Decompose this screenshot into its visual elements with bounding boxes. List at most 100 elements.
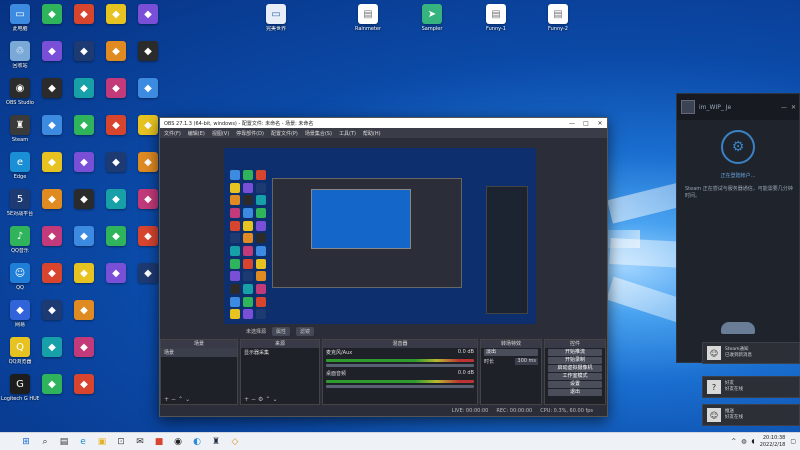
desktop-shortcut-icon[interactable]: ◆ <box>66 152 102 192</box>
desktop-shortcut-icon[interactable]: ◆ <box>130 4 166 44</box>
desktop-shortcut-icon[interactable]: ◆ <box>34 4 70 44</box>
menu-tools[interactable]: 工具(T) <box>339 130 356 137</box>
start-icon[interactable]: ⊞ <box>18 435 34 449</box>
desktop-app-icon[interactable]: ♜ Steam <box>2 115 38 155</box>
desktop-shortcut-icon[interactable]: ◆ <box>98 263 134 303</box>
steam-login-window[interactable]: im_WIP_ Je — ✕ ⚙ 正在登陆帐户... Steam 正在尝试与服务… <box>676 93 800 363</box>
menu-docks[interactable]: 停靠部件(D) <box>236 130 264 137</box>
desktop-shortcut-icon[interactable]: ◆ <box>34 41 70 81</box>
volume-slider[interactable] <box>326 364 474 367</box>
desktop-shortcut-icon[interactable]: ◆ <box>34 263 70 303</box>
studio-mode-button[interactable]: 工作室模式 <box>548 373 602 380</box>
desktop-shortcut-icon[interactable]: ◆ <box>66 300 102 340</box>
menu-help[interactable]: 帮助(H) <box>363 130 381 137</box>
desktop-shortcut-icon[interactable]: ◆ <box>66 41 102 81</box>
desktop-app-icon[interactable]: ◉ OBS Studio <box>2 78 38 118</box>
scene-toolbar-icons[interactable]: +−⌃⌄ <box>164 396 192 403</box>
desktop-shortcut-icon[interactable]: ◆ <box>98 115 134 155</box>
exit-button[interactable]: 退出 <box>548 389 602 396</box>
notification-center-icon[interactable]: ▢ <box>790 438 796 445</box>
clock[interactable]: 20:10:38 2022/2/18 <box>760 435 786 449</box>
menu-edit[interactable]: 编辑(E) <box>188 130 205 137</box>
menu-profile[interactable]: 配置文件(P) <box>271 130 298 137</box>
desktop-shortcut-icon[interactable]: ◆ <box>66 226 102 266</box>
store-icon[interactable]: ⊡ <box>113 435 129 449</box>
obs-window[interactable]: OBS 27.1.3 (64-bit, windows) - 配置文件: 未命名… <box>159 117 608 417</box>
duration-input[interactable]: 300 ms <box>515 358 538 365</box>
source-item[interactable]: 显示器采集 <box>241 348 319 357</box>
obs-title-bar[interactable]: OBS 27.1.3 (64-bit, windows) - 配置文件: 未命名… <box>160 118 607 128</box>
obs-preview[interactable] <box>224 148 536 324</box>
desktop-shortcut-icon[interactable]: ◆ <box>66 337 102 377</box>
desktop-app-icon[interactable]: ◆ 网易 <box>2 300 38 340</box>
desktop-shortcut-icon[interactable]: ◆ <box>98 189 134 229</box>
desktop-file-icon[interactable]: ▤ Rainmeter <box>350 4 386 44</box>
minimize-icon[interactable]: — <box>565 120 579 127</box>
net-icon[interactable]: ◇ <box>227 435 243 449</box>
menu-file[interactable]: 文件(F) <box>164 130 181 137</box>
explorer-icon[interactable]: ▣ <box>94 435 110 449</box>
menu-scene-collection[interactable]: 场景集合(S) <box>305 130 332 137</box>
desktop-shortcut-icon[interactable]: ◆ <box>66 78 102 118</box>
notification-card[interactable]: ☺ Steam通知 已收到新消息 <box>702 342 800 364</box>
desktop-app-icon[interactable]: Q QQ浏览器 <box>2 337 38 377</box>
desktop-app-icon[interactable]: ♪ QQ音乐 <box>2 226 38 266</box>
close-icon[interactable]: ✕ <box>593 120 607 127</box>
filters-button[interactable]: 滤镜 <box>296 326 315 336</box>
desktop-shortcut-icon[interactable]: ◆ <box>34 115 70 155</box>
properties-button[interactable]: 属性 <box>272 326 291 336</box>
desktop-app-icon[interactable]: e Edge <box>2 152 38 192</box>
volume-icon[interactable]: ◖ <box>752 438 755 445</box>
desktop-shortcut-icon[interactable]: ◆ <box>130 78 166 118</box>
desktop-shortcut-icon[interactable]: ◆ <box>98 41 134 81</box>
desktop-shortcut-icon[interactable]: ◆ <box>130 41 166 81</box>
source-toolbar-icons[interactable]: +−⚙⌃⌄ <box>244 396 280 403</box>
steam-icon[interactable]: ♜ <box>208 435 224 449</box>
settings-button[interactable]: 设置 <box>548 381 602 388</box>
desktop-shortcut-icon[interactable]: ◆ <box>34 189 70 229</box>
desktop-shortcut-icon[interactable]: ◆ <box>66 263 102 303</box>
desktop-shortcut-icon[interactable]: ◆ <box>98 152 134 192</box>
desktop-shortcut-icon[interactable]: ◆ <box>34 300 70 340</box>
desktop-shortcut-icon[interactable]: ◆ <box>98 78 134 118</box>
task-view-icon[interactable]: ▤ <box>56 435 72 449</box>
desktop-file-icon[interactable]: ▤ Funny-1 <box>478 4 514 44</box>
desktop-shortcut-icon[interactable]: ◆ <box>66 374 102 414</box>
transition-select[interactable]: 淡出 <box>484 349 538 356</box>
minimize-icon[interactable]: — <box>781 104 787 111</box>
desktop-shortcut-icon[interactable]: ◆ <box>98 226 134 266</box>
mail-icon[interactable]: ✉ <box>132 435 148 449</box>
desktop-file-icon[interactable]: ▭ 完美世界 <box>258 4 294 44</box>
close-icon[interactable]: ✕ <box>791 104 796 111</box>
virtual-camera-button[interactable]: 启动虚拟摄像机 <box>548 365 602 372</box>
volume-slider[interactable] <box>326 385 474 388</box>
desktop-file-icon[interactable]: ▤ Funny-2 <box>540 4 576 44</box>
notification-card[interactable]: ☺ 推送 好友在线 <box>702 404 800 426</box>
desktop-app-icon[interactable]: ♲ 回收站 <box>2 41 38 81</box>
maximize-icon[interactable]: □ <box>579 120 593 127</box>
network-icon[interactable]: ◍ <box>741 438 746 445</box>
desktop-shortcut-icon[interactable]: ◆ <box>34 226 70 266</box>
menu-view[interactable]: 视图(V) <box>212 130 229 137</box>
desktop-shortcut-icon[interactable]: ◆ <box>66 189 102 229</box>
start-streaming-button[interactable]: 开始推流 <box>548 349 602 356</box>
desktop-shortcut-icon[interactable]: ◆ <box>66 4 102 44</box>
game-icon[interactable]: ■ <box>151 435 167 449</box>
desktop-shortcut-icon[interactable]: ◆ <box>34 78 70 118</box>
browser-icon[interactable]: ◐ <box>189 435 205 449</box>
desktop-shortcut-icon[interactable]: ◆ <box>34 374 70 414</box>
search-icon[interactable]: ⌕ <box>37 435 53 449</box>
desktop-app-icon[interactable]: ▭ 此电脑 <box>2 4 38 44</box>
desktop-shortcut-icon[interactable]: ◆ <box>66 115 102 155</box>
notification-card[interactable]: ? 好友 好友在线 <box>702 376 800 398</box>
desktop-file-icon[interactable]: ➤ Sampler <box>414 4 450 44</box>
obs-icon[interactable]: ◉ <box>170 435 186 449</box>
edge-icon[interactable]: e <box>75 435 91 449</box>
desktop-app-icon[interactable]: 5 5E对战平台 <box>2 189 38 229</box>
desktop-shortcut-icon[interactable]: ◆ <box>34 337 70 377</box>
start-recording-button[interactable]: 开始录制 <box>548 357 602 364</box>
desktop-app-icon[interactable]: ☺ QQ <box>2 263 38 303</box>
desktop-app-icon[interactable]: G Logitech G HUB <box>1 374 39 414</box>
scene-item[interactable]: 场景 <box>161 348 237 357</box>
desktop-shortcut-icon[interactable]: ◆ <box>98 4 134 44</box>
